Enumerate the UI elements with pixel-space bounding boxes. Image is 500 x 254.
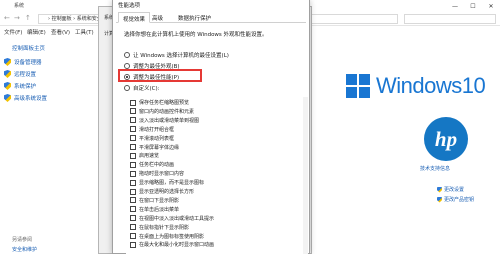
shield-icon [437, 186, 442, 193]
performance-options-titlebar [113, 0, 309, 10]
performance-options-title: 性能选项 [118, 3, 141, 9]
visual-effects-description: 选择你想在此计算机上使用的 Windows 外观和性能设置。 [124, 32, 268, 38]
effect-label: 启用速览 [139, 153, 160, 160]
effect-checkbox-row[interactable]: 在视图中淡入淡出或滑动工具提示 [130, 215, 214, 222]
sidebar-item-system-protection[interactable]: 系统保护 [4, 82, 36, 90]
checkbox-icon[interactable] [130, 161, 136, 168]
support-info-link[interactable]: 技术支持信息 [420, 165, 450, 172]
system-window-title: 系统 [14, 3, 25, 9]
effects-list-scrollbar[interactable] [303, 97, 308, 254]
option-let-windows-choose[interactable]: 让 Windows 选择计算机的最佳设置(L) [124, 51, 229, 59]
up-arrow-icon[interactable]: ↑ [25, 14, 31, 22]
checkbox-icon[interactable] [130, 126, 136, 133]
checkbox-icon[interactable] [130, 108, 136, 115]
checkbox-icon[interactable] [130, 179, 136, 186]
shield-icon [4, 70, 11, 78]
checkbox-icon[interactable] [130, 152, 136, 159]
shield-icon [4, 94, 11, 102]
effect-checkbox-row[interactable]: 淡入淡出或滑动菜单到视图 [130, 117, 199, 124]
effect-label: 显示亚透明的选择长方形 [139, 189, 195, 195]
windows-logo-icon [346, 74, 370, 98]
checkbox-icon[interactable] [130, 99, 136, 106]
menu-edit[interactable]: 编辑(E) [27, 28, 46, 36]
shield-icon [4, 58, 11, 66]
control-panel-home-link[interactable]: 控制面板主页 [12, 44, 45, 52]
checkbox-icon[interactable] [130, 117, 136, 124]
effect-checkbox-row[interactable]: 在最大化和最小化时显示窗口动画 [130, 241, 214, 248]
change-settings-link[interactable]: 更改设置 [437, 186, 464, 193]
effect-label: 平滑屏幕字体边缘 [139, 144, 180, 151]
effect-label: 保存任务栏缩略图预览 [139, 100, 190, 106]
checkbox-icon[interactable] [130, 215, 136, 222]
forward-arrow-icon[interactable]: → [14, 14, 20, 22]
checkbox-icon[interactable] [130, 170, 136, 177]
highlight-annotation-box [118, 69, 202, 82]
close-icon[interactable]: ✕ [482, 0, 500, 12]
search-input[interactable] [404, 14, 496, 24]
radio-icon[interactable] [124, 85, 130, 91]
menu-view[interactable]: 查看(V) [51, 28, 70, 36]
windows10-logo-text: Windows10 [376, 73, 486, 98]
tab-data-execution-prevention[interactable]: 数据执行保护 [174, 12, 215, 23]
effect-label: 在最大化和最小化时显示窗口动画 [139, 242, 215, 249]
effect-checkbox-row[interactable]: 平滑滚动列表框 [130, 135, 174, 142]
effect-label: 在鼠标指针下显示阴影 [139, 224, 190, 231]
effect-checkbox-row[interactable]: 窗口内的动画控件和元素 [130, 108, 194, 115]
maximize-icon[interactable]: ☐ [464, 0, 482, 12]
effect-label: 淡入淡出或滑动菜单到视图 [139, 117, 200, 124]
tab-advanced[interactable]: 高级 [148, 12, 167, 23]
minimize-icon[interactable]: — [446, 0, 464, 12]
sidebar-item-remote-settings[interactable]: 远程设置 [4, 70, 36, 78]
effect-checkbox-row[interactable]: 在鼠标指针下显示阴影 [130, 224, 189, 231]
effect-label: 窗口内的动画控件和元素 [139, 108, 195, 115]
effect-label: 平滑滚动列表框 [139, 135, 175, 142]
effect-label: 任务栏中的动画 [139, 162, 175, 169]
effect-label: 滑动打开组合框 [139, 126, 175, 133]
shield-icon [437, 196, 442, 203]
effect-checkbox-row[interactable]: 滑动打开组合框 [130, 126, 174, 133]
effect-label: 拖动时显示窗口内容 [139, 171, 185, 178]
sidebar-item-device-manager[interactable]: 设备管理器 [4, 58, 42, 66]
effect-checkbox-row[interactable]: 显示亚透明的选择长方形 [130, 188, 194, 195]
effect-label: 在桌面上为图标标签使用阴影 [139, 233, 205, 240]
checkbox-icon[interactable] [130, 197, 136, 204]
effect-label: 在视图中淡入淡出或滑动工具提示 [139, 215, 215, 222]
option-custom[interactable]: 自定义(C): [124, 84, 160, 92]
tab-visual-effects[interactable]: 视觉效果 [118, 12, 151, 23]
menu-file[interactable]: 文件(F) [4, 28, 22, 36]
effect-label: 在窗口下显示阴影 [139, 197, 180, 204]
checkbox-icon[interactable] [130, 135, 136, 142]
effect-checkbox-row[interactable]: 平滑屏幕字体边缘 [130, 144, 179, 151]
shield-icon [4, 82, 11, 90]
effect-checkbox-row[interactable]: 拖动时显示窗口内容 [130, 170, 184, 177]
sidebar-item-advanced-settings[interactable]: 高级系统设置 [4, 94, 47, 102]
checkbox-icon[interactable] [130, 233, 136, 239]
effect-checkbox-row[interactable]: 任务栏中的动画 [130, 161, 174, 168]
checkbox-icon[interactable] [130, 144, 136, 150]
checkbox-icon[interactable] [130, 241, 136, 248]
effect-checkbox-row[interactable]: 启用速览 [130, 152, 159, 159]
effect-label: 在单击后淡出菜单 [139, 206, 180, 213]
effect-checkbox-row[interactable]: 保存任务栏缩略图预览 [130, 99, 189, 106]
checkbox-icon[interactable] [130, 224, 136, 231]
hp-logo-icon: hp [424, 117, 468, 161]
see-also-heading: 另请参阅 [12, 237, 33, 243]
checkbox-icon[interactable] [130, 188, 136, 195]
effect-checkbox-row[interactable]: 在桌面上为图标标签使用阴影 [130, 233, 204, 240]
change-product-key-link[interactable]: 更改产品密钥 [437, 196, 474, 203]
security-maintenance-link[interactable]: 安全和维护 [12, 246, 37, 253]
menu-tools[interactable]: 工具(T) [75, 28, 94, 36]
checkbox-icon[interactable] [130, 206, 136, 213]
effect-checkbox-row[interactable]: 在窗口下显示阴影 [130, 197, 179, 204]
radio-icon[interactable] [124, 52, 130, 58]
effect-checkbox-row[interactable]: 显示缩略图，而不是显示图标 [130, 179, 204, 186]
effect-label: 显示缩略图，而不是显示图标 [139, 180, 205, 187]
effect-checkbox-row[interactable]: 在单击后淡出菜单 [130, 206, 179, 213]
back-arrow-icon[interactable]: ← [4, 14, 10, 22]
